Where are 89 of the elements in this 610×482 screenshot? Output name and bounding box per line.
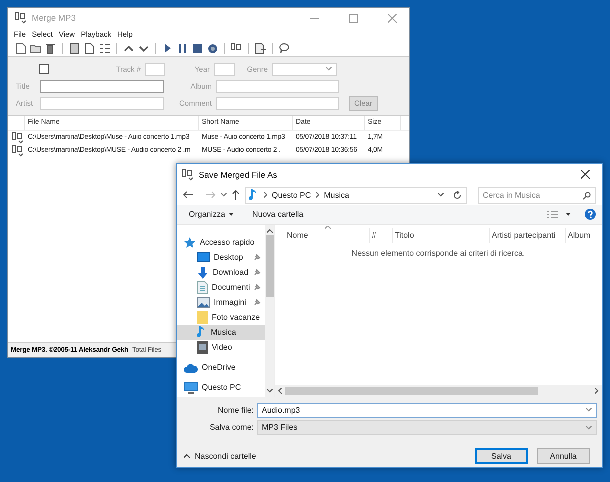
maximize-icon[interactable] [348,14,358,22]
desktop-icon [197,252,210,263]
field-label: Nome file: [216,406,255,415]
refresh-icon[interactable] [453,190,462,200]
audio-file-icon [12,144,24,156]
close-icon[interactable] [580,170,590,179]
empty-message: Nessun elemento corrisponde ai criteri di ricerca. [350,249,526,258]
album-field[interactable] [216,80,339,92]
column-header[interactable]: Album [566,228,596,243]
field-label: Salva come: [208,423,255,432]
video-icon [197,341,208,354]
folder-icon [197,311,208,324]
search-icon [583,192,591,200]
dialog-button[interactable]: Salva [475,448,528,464]
address-bar[interactable]: Questo PC Musica [245,186,467,204]
nav-item[interactable]: Documenti [177,280,266,295]
scroll-left-icon[interactable] [278,388,282,394]
scroll-right-icon[interactable] [595,388,599,394]
nav-item[interactable]: Download [177,265,266,280]
computer-icon [184,382,198,394]
title-field[interactable] [40,80,164,92]
export-icon[interactable] [254,42,267,55]
scrollbar[interactable] [265,225,274,397]
delete-icon[interactable] [44,42,57,55]
nav-item[interactable]: Desktop [177,250,266,265]
caret-icon[interactable] [566,213,571,216]
column-header[interactable]: # [370,228,393,243]
document-icon[interactable] [68,42,81,55]
document-icon [197,281,208,294]
audio-file-icon [12,132,24,144]
chevron-down-icon[interactable] [586,408,592,412]
nav-item[interactable]: Questo PC [177,380,266,395]
breadcrumb-item[interactable]: Musica [324,190,350,200]
music-note-icon [197,326,207,339]
nav-item[interactable]: Immagini [177,295,266,310]
up-arrow-icon[interactable] [232,190,240,200]
stop-icon[interactable] [191,42,204,55]
dialog-title: Save Merged File As [199,170,278,180]
speech-bubble-icon[interactable] [278,42,291,55]
star-icon [184,236,196,248]
chevron-down-icon [326,67,332,71]
app-icon [15,12,27,24]
back-arrow-icon[interactable] [183,191,193,199]
pause-icon[interactable] [176,42,189,55]
nav-item[interactable]: Video [177,340,266,355]
scrollbar[interactable] [275,385,602,397]
app-icon [182,168,194,180]
view-options-icon[interactable] [547,210,558,218]
hide-folders-button[interactable]: Nascondi cartelle [184,452,256,460]
sort-caret-icon [325,226,331,229]
breadcrumb-item[interactable]: Questo PC [272,190,312,200]
artist-field[interactable] [40,96,164,110]
scroll-up-icon[interactable] [266,229,273,233]
organize-menu[interactable]: Organizza [189,210,234,219]
nav-item[interactable]: OneDrive [177,360,266,375]
chevron-right-icon [316,192,320,198]
chevron-right-icon [264,192,267,198]
scroll-down-icon[interactable] [266,389,273,393]
nav-item[interactable]: Musica [177,325,266,340]
cloud-icon [184,362,198,372]
file-name-field[interactable]: Audio.mp3 [257,403,597,418]
window-title: Merge MP3 [32,13,77,23]
track-field[interactable] [145,62,165,76]
chevron-down-icon[interactable] [438,193,444,197]
year-field[interactable] [214,62,235,76]
pictures-icon [197,297,210,308]
nav-item[interactable]: Foto vacanze [177,310,266,325]
add-folder-icon[interactable] [29,42,42,55]
column-header[interactable]: Artisti partecipanti [490,228,566,243]
download-icon [197,266,209,278]
nav-item[interactable]: Accesso rapido [177,235,266,250]
blank-page-icon[interactable] [83,42,96,55]
column-header[interactable]: Nome [285,228,370,243]
new-folder-button[interactable]: Nuova cartella [252,210,304,219]
help-icon[interactable] [585,209,596,220]
file-type-dropdown[interactable]: MP3 Files [257,420,597,435]
music-note-icon [249,188,259,202]
checkbox[interactable] [39,64,49,74]
column-header[interactable]: Titolo [393,228,490,243]
caret-icon [229,213,234,216]
dialog-button[interactable]: Annulla [537,448,590,464]
chevron-down-icon [586,426,592,430]
chevron-up-icon [184,454,190,458]
record-icon[interactable] [206,42,219,55]
search-field[interactable]: Cerca in Musica [478,186,596,204]
comment-field[interactable] [216,96,339,110]
add-file-icon[interactable] [14,42,27,55]
chevron-down-icon[interactable] [221,193,227,197]
list-icon[interactable] [98,42,111,55]
